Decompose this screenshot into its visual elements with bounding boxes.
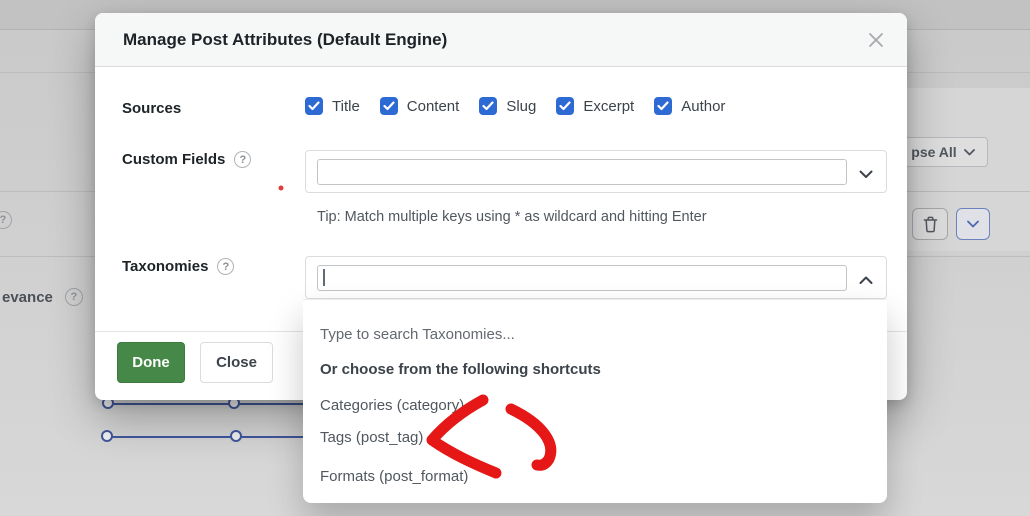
dropdown-hint: Type to search Taxonomies... — [320, 326, 515, 343]
checked-checkbox-icon — [654, 97, 673, 115]
help-icon[interactable]: ? — [234, 151, 252, 168]
slider-handle[interactable] — [230, 430, 242, 442]
modal-title: Manage Post Attributes (Default Engine) — [123, 29, 448, 49]
custom-fields-label: Custom Fields ? — [122, 151, 252, 168]
close-icon[interactable] — [865, 29, 887, 51]
checkbox-content[interactable]: Content — [379, 97, 460, 115]
expand-row-button[interactable] — [956, 208, 990, 240]
collapse-all-label: pse All — [911, 144, 957, 160]
dropdown-option-tags[interactable]: Tags (post_tag) — [320, 429, 423, 446]
slider-handle[interactable] — [101, 430, 113, 442]
checkbox-label: Slug — [506, 97, 537, 115]
slider-track — [108, 403, 303, 405]
custom-fields-input[interactable] — [317, 159, 847, 185]
taxonomies-combobox[interactable] — [305, 256, 887, 299]
sources-checkbox-group: Title Content Slug Excerpt Author — [305, 97, 725, 115]
trash-icon — [923, 216, 938, 233]
text-cursor — [323, 269, 325, 286]
checkbox-title[interactable]: Title — [305, 97, 360, 115]
custom-fields-tip: Tip: Match multiple keys using * as wild… — [317, 209, 707, 225]
taxonomies-dropdown: Type to search Taxonomies... Or choose f… — [303, 299, 887, 503]
taxonomies-label: Taxonomies ? — [122, 258, 235, 275]
checkbox-label: Excerpt — [583, 97, 635, 115]
checked-checkbox-icon — [479, 97, 498, 115]
checkbox-label: Author — [681, 97, 726, 115]
checkbox-slug[interactable]: Slug — [479, 97, 536, 115]
checkbox-label: Content — [406, 97, 460, 115]
chevron-down-icon[interactable] — [859, 166, 873, 184]
custom-fields-combobox[interactable] — [305, 150, 887, 193]
help-icon[interactable]: ? — [0, 211, 12, 229]
delete-button[interactable] — [912, 208, 948, 240]
relevance-row: evance ? — [2, 288, 83, 306]
checked-checkbox-icon — [305, 97, 323, 115]
checkbox-excerpt[interactable]: Excerpt — [556, 97, 634, 115]
dropdown-option-categories[interactable]: Categories (category) — [320, 397, 464, 414]
chevron-down-icon — [967, 220, 979, 228]
checkbox-label: Title — [332, 97, 360, 115]
checked-checkbox-icon — [379, 97, 398, 115]
taxonomies-input[interactable] — [317, 265, 847, 291]
chevron-up-icon[interactable] — [859, 272, 873, 290]
help-icon[interactable]: ? — [64, 288, 83, 306]
chevron-down-icon — [963, 148, 975, 156]
collapse-all-button[interactable]: pse All — [898, 137, 988, 167]
done-button[interactable]: Done — [117, 342, 185, 383]
help-icon[interactable]: ? — [217, 258, 235, 275]
page: ? evance ? pse All Manage Post Attribute… — [0, 0, 1030, 516]
checkbox-author[interactable]: Author — [654, 97, 725, 115]
relevance-label: evance — [2, 288, 53, 306]
close-button[interactable]: Close — [200, 342, 273, 383]
dropdown-option-formats[interactable]: Formats (post_format) — [320, 468, 468, 485]
modal-header: Manage Post Attributes (Default Engine) — [95, 13, 907, 67]
checked-checkbox-icon — [556, 97, 575, 115]
dropdown-heading: Or choose from the following shortcuts — [320, 361, 601, 378]
slider-track — [107, 436, 303, 438]
sources-label: Sources — [122, 100, 182, 117]
